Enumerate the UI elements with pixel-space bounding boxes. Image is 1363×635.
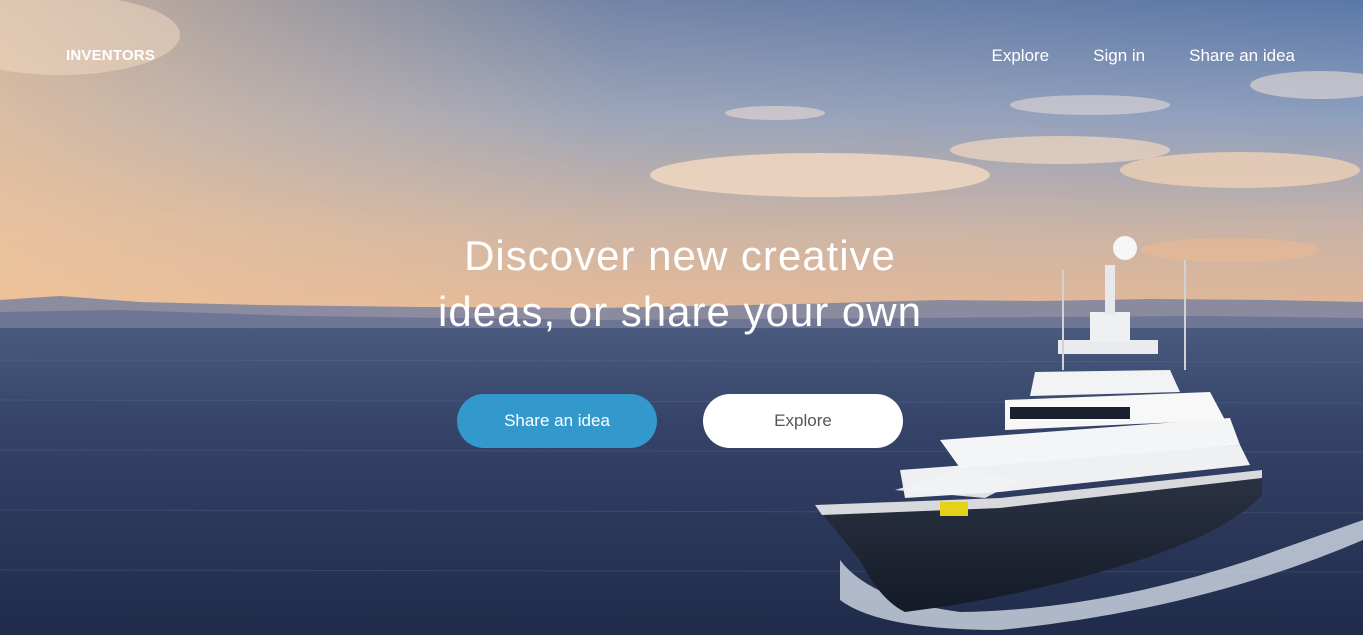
nav-link-sign-in[interactable]: Sign in	[1093, 46, 1145, 66]
hero-section: INVENTORS Explore Sign in Share an idea …	[0, 0, 1363, 635]
explore-button[interactable]: Explore	[703, 394, 903, 448]
hero-headline-line-1: Discover new creative	[464, 232, 896, 279]
hero-cta-group: Share an idea Explore	[457, 394, 903, 448]
top-navigation: INVENTORS Explore Sign in Share an idea	[0, 0, 1363, 110]
nav-link-share-idea[interactable]: Share an idea	[1189, 46, 1295, 66]
nav-links: Explore Sign in Share an idea	[992, 46, 1296, 66]
brand-logo[interactable]: INVENTORS	[66, 47, 155, 64]
hero-headline: Discover new creative ideas, or share yo…	[380, 228, 980, 340]
hero-headline-line-2: ideas, or share your own	[438, 288, 922, 335]
share-idea-button[interactable]: Share an idea	[457, 394, 657, 448]
nav-link-explore[interactable]: Explore	[992, 46, 1050, 66]
